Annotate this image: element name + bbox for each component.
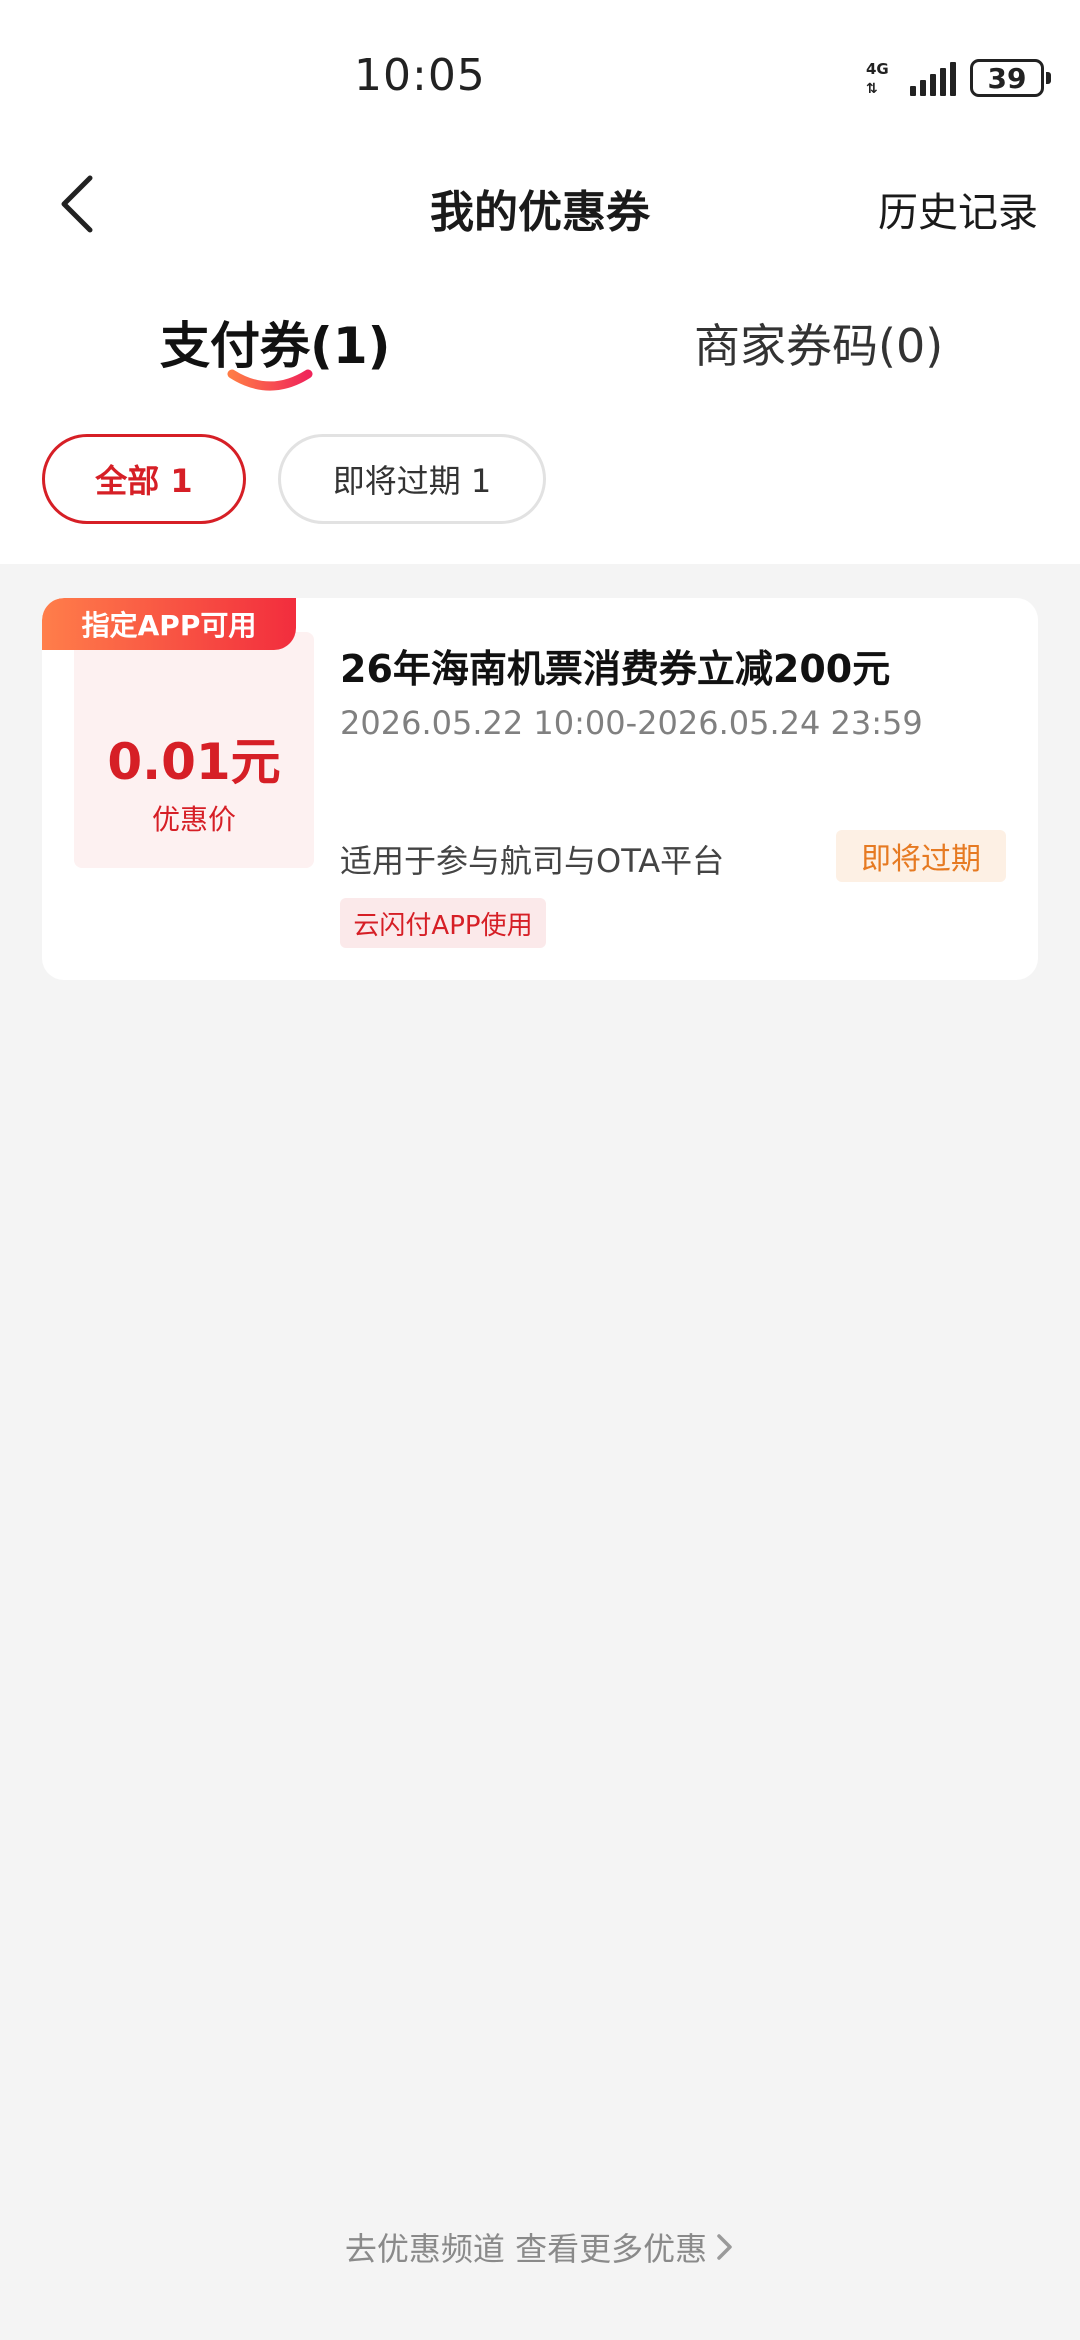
channel-tag: 云闪付APP使用 bbox=[340, 898, 546, 948]
coupon-price-box: 0.01元 优惠价 bbox=[74, 632, 314, 868]
network-type: 4G bbox=[866, 60, 889, 78]
coupon-validity-period: 2026.05.22 10:00-2026.05.24 23:59 bbox=[340, 704, 923, 742]
expiring-status-badge: 即将过期 bbox=[836, 830, 1006, 882]
tab-merchant-codes[interactable]: 商家券码(0) bbox=[694, 310, 943, 376]
coupon-price: 0.01元 bbox=[107, 733, 281, 791]
history-button[interactable]: 历史记录 bbox=[878, 180, 1038, 238]
chevron-right-icon bbox=[717, 2234, 732, 2260]
status-icons: 4G ⇅ 39 bbox=[866, 56, 1051, 100]
battery-icon: 39 bbox=[970, 59, 1051, 97]
coupon-price-label: 优惠价 bbox=[151, 803, 236, 836]
filter-expiring-chip[interactable]: 即将过期 1 bbox=[278, 434, 546, 524]
coupon-scope: 适用于参与航司与OTA平台 bbox=[340, 842, 725, 880]
filter-all-chip[interactable]: 全部 1 bbox=[42, 434, 246, 524]
coupon-title: 26年海南机票消费券立减200元 bbox=[340, 647, 891, 691]
signal-icon bbox=[910, 60, 956, 96]
tab-active-indicator bbox=[227, 369, 313, 391]
coupon-card[interactable]: 0.01元 优惠价 指定APP可用 26年海南机票消费券立减200元 2026.… bbox=[42, 598, 1038, 980]
header-area: 10:05 4G ⇅ 39 我的优惠券 历史记录 支付券(1) 商家券码(0) … bbox=[0, 0, 1080, 564]
more-offers-label: 去优惠频道 查看更多优惠 bbox=[344, 2230, 708, 2268]
battery-level: 39 bbox=[987, 61, 1027, 95]
more-offers-link[interactable]: 去优惠频道 查看更多优惠 bbox=[0, 2224, 1080, 2270]
network-icon: 4G ⇅ bbox=[866, 60, 889, 97]
status-time: 10:05 bbox=[354, 50, 486, 101]
app-only-badge: 指定APP可用 bbox=[42, 598, 296, 650]
